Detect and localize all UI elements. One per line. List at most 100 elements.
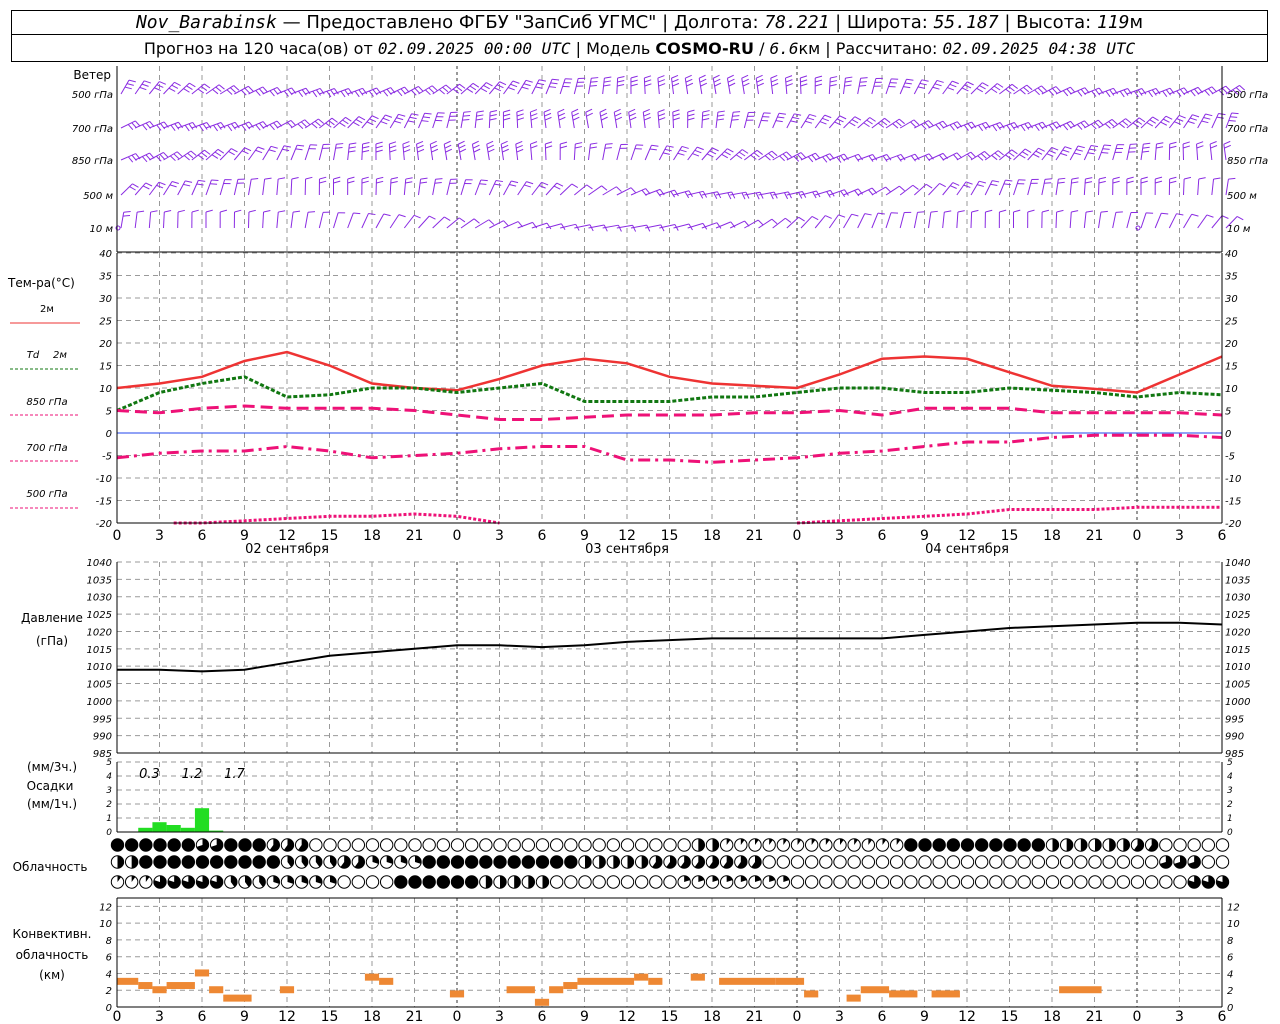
wind-barb-flag <box>770 74 778 79</box>
wind-barb-flag <box>895 120 902 127</box>
wind-barb-flag <box>1062 149 1070 153</box>
cloud-cover-symbol <box>1102 855 1116 869</box>
wind-barb-flag <box>630 83 638 87</box>
cloud-cover-symbol <box>379 838 394 852</box>
wind-barb-flag <box>775 120 783 123</box>
precip-label: Осадки <box>27 779 74 793</box>
wind-barb <box>304 144 311 161</box>
wind-barb-flag <box>213 124 218 132</box>
wind-barb-flag <box>210 183 218 185</box>
wind-barb-flag <box>1191 213 1199 217</box>
cloud-cover-symbol <box>1144 855 1159 869</box>
wind-barb-flag <box>1034 89 1040 96</box>
wind-barb-flag <box>530 145 538 149</box>
conv-cloud-bar <box>449 990 465 998</box>
wind-barb-flag <box>375 149 383 153</box>
wind-barb-flag <box>1169 180 1177 184</box>
wind-barb-flag <box>371 115 379 120</box>
wind-barb-flag <box>829 84 837 87</box>
wind-barb-flag <box>1090 144 1099 148</box>
wind-barb-flag <box>966 153 973 160</box>
wind-barb <box>290 178 293 196</box>
wind-barb-flag <box>311 123 318 129</box>
wind-barb-flag <box>545 145 553 149</box>
conv-x-tick: 0 <box>113 1009 122 1024</box>
wind-barb-flag <box>992 124 998 132</box>
wind-barb <box>318 212 324 229</box>
cloud-cover-fill <box>1003 838 1017 852</box>
wind-barb-flag <box>430 140 437 145</box>
wind-barb-flag <box>992 180 1000 183</box>
wind-barb-flag <box>1179 114 1186 119</box>
wind-barb-flag <box>347 176 355 180</box>
wind-barb-flag <box>333 176 341 180</box>
wind-barb-flag <box>712 147 719 152</box>
wind-barb <box>219 148 232 161</box>
wind-barb-flag <box>1230 116 1238 118</box>
cloud-cover-symbol <box>677 838 691 852</box>
cloud-cover-fill <box>182 838 195 852</box>
wind-barb-flag <box>1155 180 1163 184</box>
wind-barb-flag <box>1109 89 1115 96</box>
wind-barb-flag <box>383 213 391 217</box>
wind-barb-flag <box>1224 144 1231 149</box>
wind-barb <box>899 212 905 229</box>
wind-barb-flag <box>490 109 498 113</box>
conv-y-tick-right: 10 <box>1227 919 1240 930</box>
cloud-cover-symbol <box>1102 875 1116 889</box>
wind-barb-flag <box>349 142 357 145</box>
wind-barb-flag <box>572 116 580 121</box>
wind-barb-flag <box>342 119 349 125</box>
legend-label-t500: 500 гПа <box>26 489 67 500</box>
wind-barb-flag <box>585 108 593 113</box>
wind-barb <box>1098 178 1100 196</box>
wind-barb-flag <box>197 88 205 94</box>
wind-barb-flag <box>935 124 941 131</box>
wind-barb-flag <box>1044 182 1052 184</box>
wind-barb-flag <box>126 83 134 86</box>
cloud-cover-symbol <box>634 875 649 889</box>
wind-barb-flag <box>672 82 680 87</box>
wind-barb-flag <box>348 146 356 149</box>
precip-y-tick-right: 1 <box>1227 814 1233 824</box>
wind-barb-flag <box>282 148 290 152</box>
wind-barb-flag <box>658 113 666 117</box>
cloud-cover-symbol <box>337 875 351 889</box>
cloud-cover-symbol <box>436 838 451 852</box>
temp-y-tick: 20 <box>99 339 112 350</box>
wind-barb-flag <box>1189 117 1197 121</box>
conv-cloud-bar <box>279 986 295 994</box>
wind-barb-flag <box>231 148 238 153</box>
temp-y-tick-right: 30 <box>1225 294 1238 305</box>
cloud-cover-fill <box>224 855 238 869</box>
wind-barb-flag <box>658 79 665 83</box>
wind-barb-flag <box>255 124 261 131</box>
wind-barb-flag <box>953 154 959 161</box>
cloud-cover-fill <box>139 838 153 852</box>
cloud-cover-fill <box>961 838 974 852</box>
wind-barb-flag <box>1169 141 1177 145</box>
wind-barb-flag <box>494 183 502 186</box>
conv-y-tick: 8 <box>106 936 112 947</box>
wind-barb-flag <box>227 124 233 132</box>
wind-barb <box>403 179 407 196</box>
wind-barb-flag <box>1085 177 1093 180</box>
wind-barb-flag <box>617 224 622 232</box>
wind-barb-flag <box>845 76 853 79</box>
wind-barb-flag <box>263 210 271 213</box>
wind-barb <box>814 215 826 229</box>
wind-barb <box>1027 147 1039 161</box>
wind-barb <box>998 179 1006 196</box>
wind-barb-flag <box>698 74 706 79</box>
wind-barb-flag <box>543 108 551 113</box>
conv-y-tick-right: 0 <box>1227 1003 1233 1014</box>
wind-barb-flag <box>1152 116 1159 122</box>
wind-barb-flag <box>632 224 637 232</box>
wind-barb-flag <box>489 117 497 121</box>
conv-cloud-bar <box>690 973 705 981</box>
wind-barb-flag <box>1094 121 1101 128</box>
wind-barb-flag <box>1176 90 1182 97</box>
cloud-cover-symbol <box>649 838 663 852</box>
wind-barb-flag <box>1169 145 1177 149</box>
wind-barb-flag <box>278 210 286 213</box>
